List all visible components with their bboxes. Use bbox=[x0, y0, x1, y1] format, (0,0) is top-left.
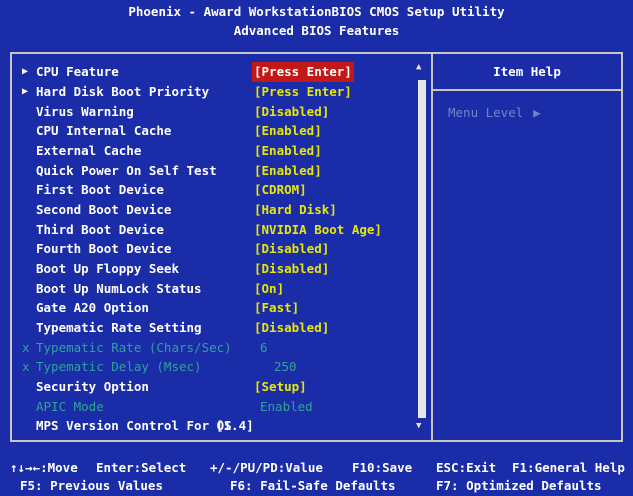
setting-label: CPU Internal Cache bbox=[36, 123, 172, 138]
setting-label: External Cache bbox=[36, 143, 142, 158]
setting-value[interactable]: [Disabled] bbox=[254, 102, 329, 122]
page-title: Advanced BIOS Features bbox=[233, 23, 400, 38]
exit-hint: ESC:Exit bbox=[436, 460, 497, 475]
setting-label: Fourth Boot Device bbox=[36, 241, 172, 256]
setting-label: CPU Feature bbox=[36, 64, 119, 79]
setting-label: Gate A20 Option bbox=[36, 300, 149, 315]
value-hint: +/-/PU/PD:Value bbox=[210, 460, 323, 475]
setting-value[interactable]: [Enabled] bbox=[254, 161, 322, 181]
setting-value[interactable]: [Enabled] bbox=[254, 121, 322, 141]
setting-value[interactable]: [NVIDIA Boot Age] bbox=[254, 220, 382, 240]
disabled-marker: x bbox=[22, 340, 30, 355]
submenu-arrow-icon: ▶ bbox=[22, 86, 29, 97]
setting-label: Typematic Rate Setting bbox=[36, 320, 202, 335]
setting-value: 6 bbox=[260, 340, 268, 355]
fail-safe-defaults-hint: F6: Fail-Safe Defaults bbox=[230, 478, 396, 493]
help-separator bbox=[433, 89, 621, 91]
help-hint: F1:General Help bbox=[512, 460, 625, 475]
setting-label: Second Boot Device bbox=[36, 202, 172, 217]
setting-label: Quick Power On Self Test bbox=[36, 163, 217, 178]
setting-value[interactable]: [Disabled] bbox=[254, 318, 329, 338]
setting-value[interactable]: [1.4] bbox=[216, 416, 254, 436]
scrollbar-track[interactable] bbox=[418, 80, 426, 418]
setting-label: Typematic Delay (Msec) bbox=[36, 359, 202, 374]
move-hint: ↑↓→←:Move bbox=[10, 460, 78, 475]
disabled-marker: x bbox=[22, 359, 30, 374]
scroll-up-icon[interactable]: ▲ bbox=[416, 62, 421, 72]
setting-label: Hard Disk Boot Priority bbox=[36, 84, 210, 99]
setting-label: Virus Warning bbox=[36, 104, 134, 119]
setting-label: Security Option bbox=[36, 379, 149, 394]
setting-value[interactable]: [Press Enter] bbox=[252, 62, 354, 82]
setting-value[interactable]: [Press Enter] bbox=[254, 82, 352, 102]
setting-value[interactable]: [Disabled] bbox=[254, 239, 329, 259]
menu-level: Menu Level ▶ bbox=[448, 105, 541, 120]
scroll-down-icon[interactable]: ▼ bbox=[416, 421, 421, 431]
key-legend: ↑↓→←:Move Enter:Select +/-/PU/PD:Value F… bbox=[0, 456, 633, 496]
menu-level-arrow-icon: ▶ bbox=[533, 105, 541, 120]
panel-divider bbox=[431, 52, 433, 442]
setting-label: Boot Up NumLock Status bbox=[36, 281, 202, 296]
setting-label: Boot Up Floppy Seek bbox=[36, 261, 179, 276]
setting-value[interactable]: [Hard Disk] bbox=[254, 200, 337, 220]
setting-label: APIC Mode bbox=[36, 399, 104, 414]
setting-label: MPS Version Control For OS bbox=[36, 418, 232, 433]
title-bar: Phoenix - Award WorkstationBIOS CMOS Set… bbox=[0, 0, 633, 46]
setting-value: 250 bbox=[274, 359, 297, 374]
submenu-arrow-icon: ▶ bbox=[22, 66, 29, 77]
previous-values-hint: F5: Previous Values bbox=[20, 478, 163, 493]
setting-value[interactable]: [Fast] bbox=[254, 298, 299, 318]
setting-value: Enabled bbox=[260, 399, 313, 414]
bios-title: Phoenix - Award WorkstationBIOS CMOS Set… bbox=[128, 4, 505, 19]
optimized-defaults-hint: F7: Optimized Defaults bbox=[436, 478, 602, 493]
setting-value[interactable]: [On] bbox=[254, 279, 284, 299]
setting-value[interactable]: [CDROM] bbox=[254, 180, 307, 200]
setting-value[interactable]: [Enabled] bbox=[254, 141, 322, 161]
menu-level-label: Menu Level bbox=[448, 105, 524, 120]
save-hint: F10:Save bbox=[352, 460, 413, 475]
select-hint: Enter:Select bbox=[96, 460, 187, 475]
setting-label: First Boot Device bbox=[36, 182, 164, 197]
item-help-title: Item Help bbox=[493, 64, 561, 79]
setting-value[interactable]: [Setup] bbox=[254, 377, 307, 397]
setting-label: Typematic Rate (Chars/Sec) bbox=[36, 340, 232, 355]
setting-value[interactable]: [Disabled] bbox=[254, 259, 329, 279]
setting-label: Third Boot Device bbox=[36, 222, 164, 237]
